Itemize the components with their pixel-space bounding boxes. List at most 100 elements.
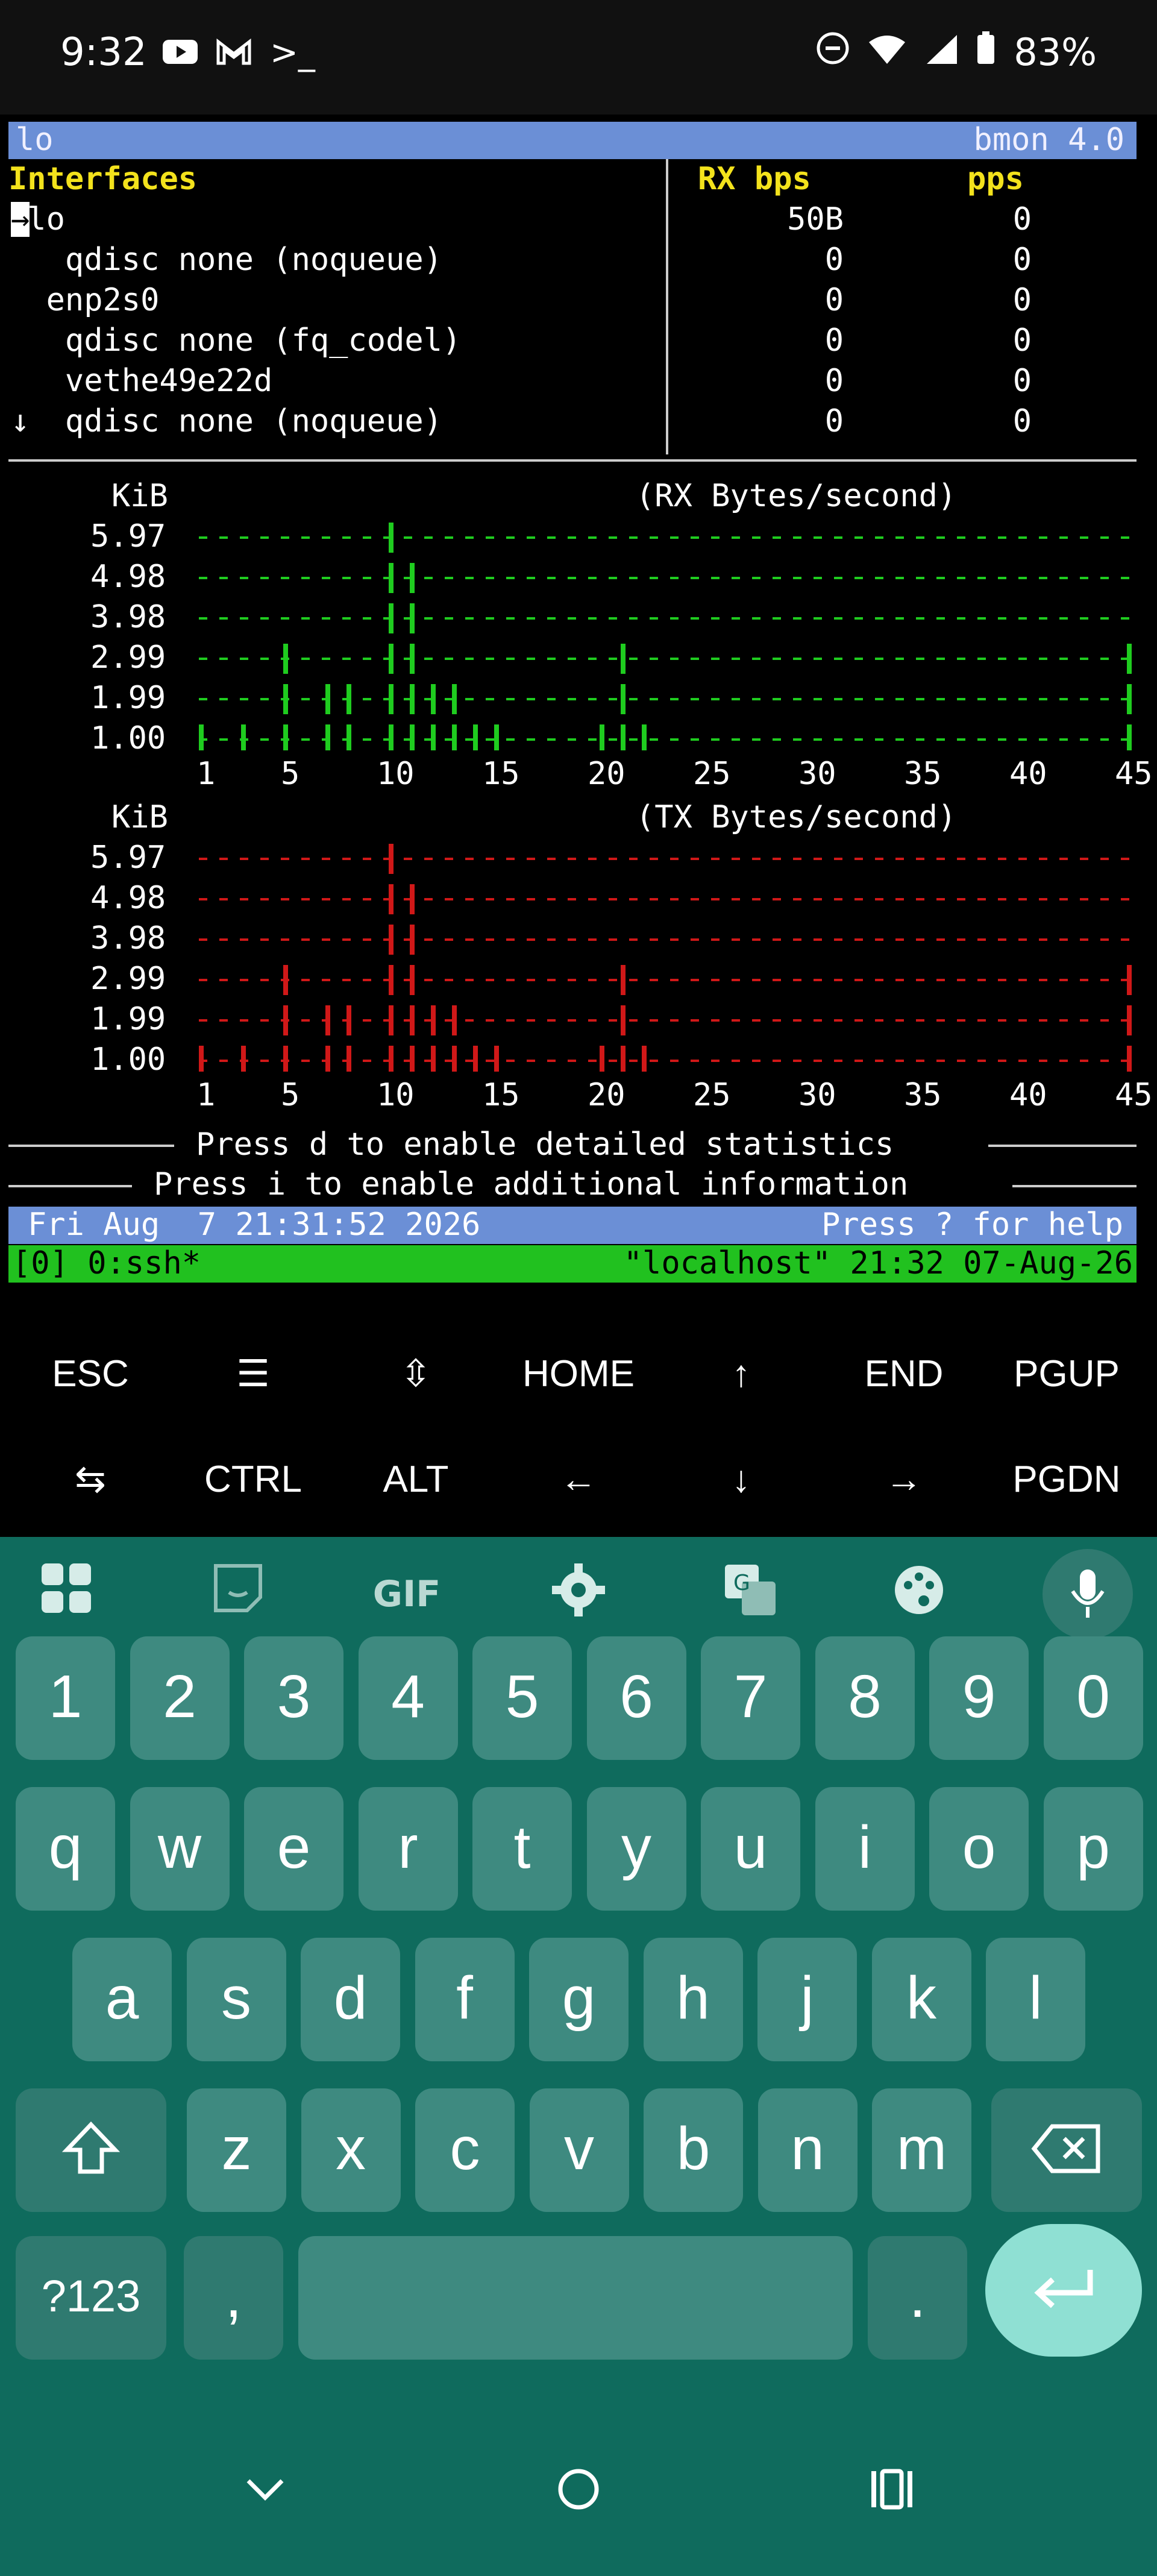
key-a[interactable]: a <box>72 1938 172 2061</box>
gif-button[interactable]: GIF <box>371 1561 443 1627</box>
key-0[interactable]: 0 <box>1043 1636 1143 1760</box>
extra-key-row2-5[interactable]: → <box>826 1444 982 1516</box>
graph-bar <box>452 684 457 750</box>
mic-button[interactable] <box>1043 1549 1133 1639</box>
interface-name[interactable]: qdisc none (fq_codel) <box>65 321 461 361</box>
interface-name[interactable]: enp2s0 <box>46 280 160 321</box>
title-interface: lo <box>16 122 54 158</box>
extra-key-row1-1[interactable]: ☰ <box>175 1338 331 1410</box>
extra-key-row2-2[interactable]: ALT <box>337 1444 494 1516</box>
recents-nav-icon[interactable] <box>844 2465 940 2537</box>
key-d[interactable]: d <box>301 1938 400 2061</box>
enter-key[interactable] <box>985 2224 1142 2357</box>
period-key[interactable]: . <box>868 2236 967 2360</box>
gear-icon[interactable] <box>542 1561 615 1627</box>
key-p[interactable]: p <box>1043 1787 1143 1911</box>
graph-bar <box>600 724 604 750</box>
pps-value: 0 <box>1012 403 1032 439</box>
x-tick-label: 40 <box>1009 1077 1047 1113</box>
y-tick-label: 3.98 <box>90 920 166 957</box>
key-l[interactable]: l <box>986 1938 1085 2061</box>
key-9[interactable]: 9 <box>929 1636 1029 1760</box>
interface-name[interactable]: lo <box>27 199 65 240</box>
key-r[interactable]: r <box>358 1787 458 1911</box>
key-q[interactable]: q <box>16 1787 115 1911</box>
key-3[interactable]: 3 <box>244 1636 343 1760</box>
interface-name[interactable]: vethe49e22d <box>65 361 272 401</box>
extra-key-row2-6[interactable]: PGDN <box>988 1444 1145 1516</box>
key-8[interactable]: 8 <box>815 1636 915 1760</box>
key-5[interactable]: 5 <box>472 1636 572 1760</box>
space-key[interactable] <box>298 2236 853 2360</box>
graph-bar <box>600 1046 604 1072</box>
y-tick-label: 1.00 <box>90 720 166 756</box>
key-h[interactable]: h <box>643 1938 743 2061</box>
key-b[interactable]: b <box>644 2088 743 2212</box>
extra-key-row1-2[interactable]: ⇳ <box>337 1338 494 1410</box>
rx-bps-value: 0 <box>824 282 844 318</box>
palette-icon[interactable] <box>883 1561 955 1627</box>
translate-icon[interactable]: G <box>714 1561 786 1627</box>
key-4[interactable]: 4 <box>358 1636 458 1760</box>
graph-bar <box>1127 965 1132 1072</box>
graph-bar <box>621 965 626 1072</box>
extra-key-row2-1[interactable]: CTRL <box>175 1444 331 1516</box>
extra-key-row1-6[interactable]: PGUP <box>988 1338 1145 1410</box>
graph-bar <box>452 1005 457 1072</box>
key-s[interactable]: s <box>186 1938 286 2061</box>
x-tick-label: 30 <box>798 1077 836 1113</box>
key-z[interactable]: z <box>187 2088 286 2212</box>
extra-key-row1-5[interactable]: END <box>826 1338 982 1410</box>
graph-bar <box>431 1005 436 1072</box>
interface-name[interactable]: qdisc none (noqueue) <box>65 240 442 280</box>
key-o[interactable]: o <box>929 1787 1029 1911</box>
graph-grid-row <box>199 938 1133 941</box>
key-k[interactable]: k <box>871 1938 971 2061</box>
key-n[interactable]: n <box>757 2088 858 2212</box>
key-e[interactable]: e <box>244 1787 343 1911</box>
y-tick-label: 5.97 <box>90 518 166 554</box>
key-j[interactable]: j <box>757 1938 857 2061</box>
key-v[interactable]: v <box>529 2088 629 2212</box>
extra-key-row1-3[interactable]: HOME <box>500 1338 657 1410</box>
battery-percent: 83% <box>1014 30 1097 74</box>
key-y[interactable]: y <box>586 1787 686 1911</box>
key-w[interactable]: w <box>130 1787 230 1911</box>
extra-key-row2-3[interactable]: ← <box>500 1444 657 1516</box>
x-tick-label: 1 <box>196 1077 216 1113</box>
y-tick-label: 2.99 <box>90 639 166 676</box>
rx-bps-value: 0 <box>824 242 844 278</box>
apps-icon[interactable] <box>30 1561 102 1627</box>
symbols-key[interactable]: ?123 <box>16 2236 166 2360</box>
interface-name[interactable]: qdisc none (noqueue) <box>65 401 442 442</box>
key-6[interactable]: 6 <box>586 1636 686 1760</box>
key-i[interactable]: i <box>815 1787 915 1911</box>
x-tick-label: 40 <box>1009 756 1047 792</box>
key-t[interactable]: t <box>472 1787 572 1911</box>
key-g[interactable]: g <box>529 1938 629 2061</box>
shift-icon <box>61 2121 121 2174</box>
key-x[interactable]: x <box>301 2088 401 2212</box>
key-f[interactable]: f <box>415 1938 515 2061</box>
wifi-icon <box>868 30 906 74</box>
back-nav-icon[interactable] <box>217 2465 313 2537</box>
shift-key[interactable] <box>16 2088 166 2212</box>
key-7[interactable]: 7 <box>701 1636 800 1760</box>
sticker-icon[interactable] <box>202 1561 274 1627</box>
extra-key-row2-4[interactable]: ↓ <box>663 1444 820 1516</box>
key-u[interactable]: u <box>701 1787 800 1911</box>
graph-bar <box>642 724 647 750</box>
home-nav-icon[interactable] <box>530 2465 627 2537</box>
terminal[interactable]: lo bmon 4.0 Interfaces RX bps pps → lo 50B… <box>0 115 1157 1320</box>
extra-key-row1-0[interactable]: ESC <box>12 1338 169 1410</box>
key-2[interactable]: 2 <box>130 1636 230 1760</box>
backspace-key[interactable] <box>991 2088 1142 2212</box>
extra-key-row2-0[interactable]: ⇆ <box>12 1444 169 1516</box>
hint-additional: Press i to enable additional information <box>154 1166 909 1202</box>
tmux-status-bar: [0] 0:ssh* "localhost" 21:32 07-Aug-26 <box>8 1245 1137 1283</box>
key-1[interactable]: 1 <box>16 1636 115 1760</box>
key-c[interactable]: c <box>415 2088 515 2212</box>
extra-key-row1-4[interactable]: ↑ <box>663 1338 820 1410</box>
comma-key[interactable]: , <box>184 2236 283 2360</box>
key-m[interactable]: m <box>872 2088 971 2212</box>
